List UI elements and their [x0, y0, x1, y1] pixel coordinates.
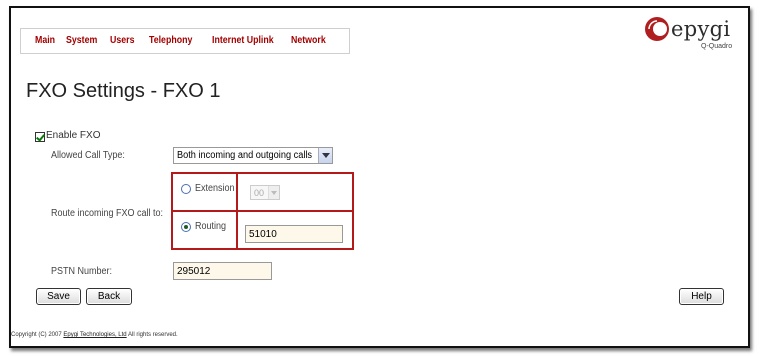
routing-radio[interactable]	[181, 222, 191, 232]
copyright-prefix: Copyright (C) 2007	[11, 332, 62, 338]
pstn-number-input[interactable]: 295012	[173, 262, 272, 280]
nav-item-internet-uplink[interactable]: Internet Uplink	[212, 35, 274, 46]
extension-radio[interactable]	[181, 184, 191, 194]
help-button[interactable]: Help	[679, 288, 724, 305]
route-label: Route incoming FXO call to:	[51, 208, 164, 219]
logo-text: epygi	[671, 17, 731, 41]
enable-fxo-checkbox[interactable]	[35, 132, 45, 142]
routing-label: Routing	[195, 221, 227, 232]
logo-swirl-icon	[645, 17, 669, 41]
company-link[interactable]: Epygi Technologies, Ltd	[63, 332, 126, 338]
routing-input[interactable]: 51010	[245, 225, 343, 243]
nav-item-system[interactable]: System	[66, 35, 97, 46]
allowed-call-type-select[interactable]: Both incoming and outgoing calls	[173, 147, 333, 164]
allowed-call-type-value: Both incoming and outgoing calls	[177, 150, 313, 161]
nav-item-network[interactable]: Network	[291, 35, 326, 46]
extension-label: Extension	[195, 183, 235, 194]
back-button[interactable]: Back	[86, 288, 132, 305]
save-button[interactable]: Save	[36, 288, 81, 305]
nav-item-users[interactable]: Users	[110, 35, 134, 46]
copyright-suffix: All rights reserved.	[128, 332, 178, 338]
logo-subtitle: Q-Quadro	[701, 43, 733, 50]
chevron-down-icon	[268, 186, 279, 199]
page-title: FXO Settings - FXO 1	[26, 80, 221, 102]
chevron-down-icon[interactable]	[318, 148, 332, 163]
allowed-call-type-label: Allowed Call Type:	[51, 150, 125, 161]
nav-item-telephony[interactable]: Telephony	[149, 35, 192, 46]
epygi-logo: epygi Q-Quadro	[643, 14, 741, 58]
extension-value: 00	[254, 188, 265, 198]
copyright-footer: Copyright (C) 2007 Epygi Technologies, L…	[11, 332, 178, 338]
nav-item-main[interactable]: Main	[35, 35, 55, 46]
extension-select: 00	[250, 185, 280, 200]
enable-fxo-label: Enable FXO	[46, 130, 101, 141]
top-navigation: Main System Users Telephony Internet Upl…	[20, 28, 350, 54]
pstn-number-label: PSTN Number:	[51, 266, 113, 277]
